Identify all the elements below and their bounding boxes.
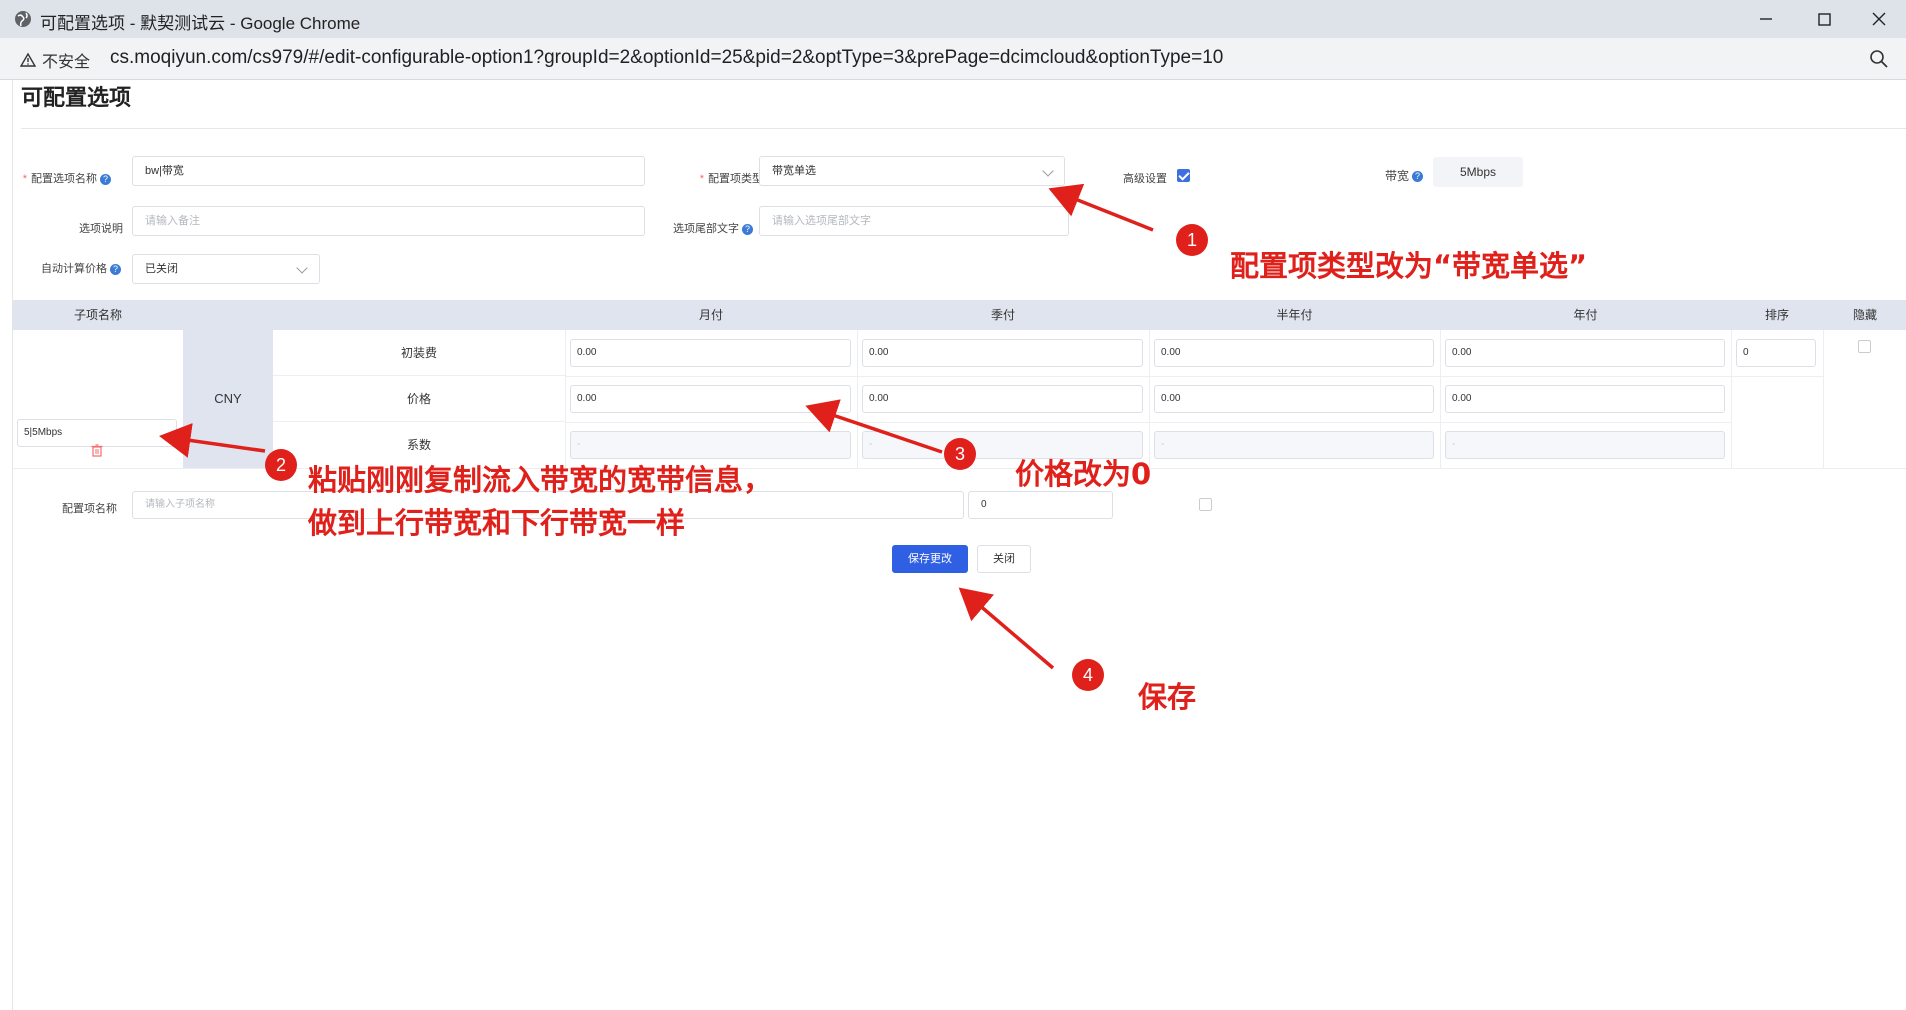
coefficient-annual-input: - <box>1445 431 1725 459</box>
coefficient-monthly-input: - <box>570 431 851 459</box>
price-semiannual-input[interactable]: 0.00 <box>1154 385 1434 413</box>
security-indicator[interactable]: 不安全 <box>20 48 90 72</box>
security-label: 不安全 <box>42 54 91 71</box>
url-text[interactable]: cs.moqiyun.com/cs979/#/edit-configurable… <box>110 47 1223 69</box>
column-divider <box>1731 330 1732 468</box>
setup-fee-quarterly-input[interactable]: 0.00 <box>862 339 1143 367</box>
header-hidden: 隐藏 <box>1852 308 1877 322</box>
setup-fee-semiannual-input[interactable]: 0.00 <box>1154 339 1434 367</box>
pricing-table-header: 子项名称 月付 季付 半年付 年付 排序 隐藏 <box>13 300 1906 330</box>
row-label-setup-fee: 初装费 <box>273 330 565 376</box>
hidden-checkbox[interactable] <box>1858 340 1871 353</box>
step-4-badge: 4 <box>1072 659 1104 691</box>
step-2-text-line1: 粘贴刚刚复制流入带宽的宽带信息， <box>308 463 773 497</box>
maximize-icon[interactable] <box>1811 6 1837 32</box>
header-annual: 年付 <box>1573 308 1598 322</box>
step-3-badge: 3 <box>944 438 976 470</box>
minimize-icon[interactable] <box>1753 6 1779 32</box>
sort-input[interactable]: 0 <box>1736 339 1816 367</box>
auto-price-select[interactable]: 已关闭 <box>132 254 320 284</box>
column-divider <box>1823 330 1824 468</box>
title-divider <box>21 128 1906 129</box>
description-label: 选项说明 <box>79 223 123 235</box>
help-icon[interactable]: ? <box>1412 171 1423 183</box>
close-window-icon[interactable] <box>1866 6 1892 32</box>
globe-icon <box>15 11 31 27</box>
window-title: 可配置选项 - 默契测试云 - Google Chrome <box>40 14 361 33</box>
new-item-hidden-checkbox[interactable] <box>1199 498 1212 511</box>
help-icon[interactable]: ? <box>110 263 121 275</box>
step-2-badge: 2 <box>265 449 297 481</box>
price-quarterly-input[interactable]: 0.00 <box>862 385 1143 413</box>
header-monthly: 月付 <box>698 308 723 322</box>
price-annual-input[interactable]: 0.00 <box>1445 385 1725 413</box>
advanced-settings-checkbox[interactable] <box>1177 169 1190 182</box>
new-item-label: 配置项名称 <box>62 503 117 515</box>
step-4-text: 保存 <box>1138 680 1197 714</box>
option-name-input[interactable]: bw|带宽 <box>132 156 645 186</box>
step-1-badge: 1 <box>1176 224 1208 256</box>
browser-title-bar: 可配置选项 - 默契测试云 - Google Chrome <box>0 0 1906 38</box>
warning-icon <box>20 52 36 67</box>
column-divider <box>857 330 858 468</box>
save-button[interactable]: 保存更改 <box>892 545 968 573</box>
suffix-text-label: 选项尾部文字? <box>653 220 753 236</box>
auto-price-label: 自动计算价格? <box>13 260 121 276</box>
page-title: 可配置选项 <box>21 85 132 110</box>
zoom-icon[interactable] <box>1868 48 1890 70</box>
header-quarterly: 季付 <box>990 308 1015 322</box>
option-type-label: * 配置项类型 <box>699 173 763 185</box>
price-monthly-input[interactable]: 0.00 <box>570 385 851 413</box>
address-bar[interactable]: 不安全 cs.moqiyun.com/cs979/#/edit-configur… <box>0 38 1906 80</box>
trash-icon[interactable] <box>91 444 103 457</box>
step-3-text: 价格改为0 <box>1015 457 1152 491</box>
close-button[interactable]: 关闭 <box>977 545 1031 573</box>
header-sort: 排序 <box>1764 308 1789 322</box>
advanced-settings-label: 高级设置 <box>1123 173 1167 185</box>
suffix-text-input[interactable]: 请输入选项尾部文字 <box>759 206 1069 236</box>
coefficient-semiannual-input: - <box>1154 431 1434 459</box>
option-type-select[interactable]: 带宽单选 <box>759 156 1065 186</box>
currency-cell: CNY <box>183 330 273 468</box>
step-2-text-line2: 做到上行带宽和下行带宽一样 <box>308 506 686 540</box>
bandwidth-label: 带宽? <box>1367 167 1423 184</box>
setup-fee-annual-input[interactable]: 0.00 <box>1445 339 1725 367</box>
bandwidth-value: 5Mbps <box>1433 157 1523 187</box>
column-divider <box>565 330 566 468</box>
column-divider <box>1440 330 1441 468</box>
new-item-sort-input[interactable]: 0 <box>968 491 1113 519</box>
description-input[interactable]: 请输入备注 <box>132 206 645 236</box>
header-semiannual: 半年付 <box>1276 308 1313 322</box>
row-divider <box>565 422 1731 423</box>
option-name-label: * 配置选项名称? <box>13 170 111 186</box>
row-divider <box>565 376 1823 377</box>
row-label-price: 价格 <box>273 376 565 422</box>
header-sub-name: 子项名称 <box>73 308 122 322</box>
help-icon[interactable]: ? <box>742 223 753 235</box>
column-divider <box>1149 330 1150 468</box>
sub-name-input[interactable]: 5|5Mbps <box>17 419 177 447</box>
page-content: 可配置选项 * 配置选项名称? bw|带宽 * 配置项类型 带宽单选 高级设置 带宽… <box>12 80 1906 1010</box>
step-1-text: 配置项类型改为“带宽单选” <box>1230 249 1588 283</box>
setup-fee-monthly-input[interactable]: 0.00 <box>570 339 851 367</box>
help-icon[interactable]: ? <box>100 173 111 185</box>
